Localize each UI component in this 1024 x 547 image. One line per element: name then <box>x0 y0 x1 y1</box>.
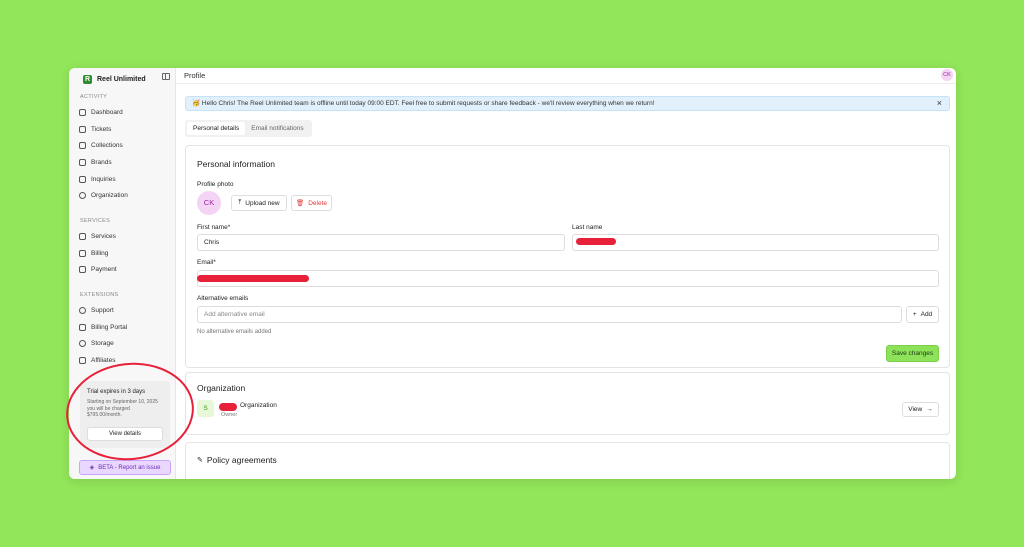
save-changes-button[interactable]: Save changes <box>886 345 939 362</box>
alternative-email-input[interactable]: Add alternative email <box>197 306 902 323</box>
sidebar-item-brands[interactable]: Brands <box>79 156 112 168</box>
section-extensions: EXTENSIONS <box>80 292 119 298</box>
tab-personal-details[interactable]: Personal details <box>187 122 246 135</box>
view-organization-button[interactable]: View → <box>902 402 939 417</box>
profile-avatar: CK <box>197 191 221 215</box>
receipt-icon <box>79 249 86 257</box>
users-icon <box>79 191 86 199</box>
organization-role: Owner <box>221 412 238 418</box>
organization-card: Organization S Organization Owner View → <box>185 372 950 435</box>
sidebar-item-inquiries[interactable]: Inquiries <box>79 173 116 185</box>
profile-photo-label: Profile photo <box>197 181 234 188</box>
upload-new-button[interactable]: ⤒ Upload new <box>231 195 287 211</box>
delete-photo-button[interactable]: 🗑 Delete <box>291 195 332 211</box>
layers-icon: ◈ <box>89 465 95 471</box>
section-activity: ACTIVITY <box>80 94 108 100</box>
section-services: SERVICES <box>80 218 111 224</box>
brand-logo-icon: R <box>83 74 92 84</box>
add-email-button[interactable]: + Add <box>906 306 939 323</box>
personal-information-card: Personal information Profile photo CK ⤒ U… <box>185 145 950 368</box>
user-avatar[interactable]: CK <box>941 69 953 81</box>
sidebar-item-affiliates[interactable]: Affiliates <box>79 354 115 366</box>
help-circle-icon <box>79 306 86 314</box>
brand[interactable]: R Reel Unlimited <box>83 72 146 86</box>
organization-title: Organization <box>197 383 246 393</box>
organization-badge: S <box>197 400 214 417</box>
last-name-input[interactable] <box>572 234 939 251</box>
sidebar-item-tickets[interactable]: Tickets <box>79 123 111 135</box>
upload-icon: ⤒ <box>238 199 242 206</box>
beta-report-button[interactable]: ◈ BETA - Report an issue <box>79 460 171 475</box>
redaction-mark <box>197 275 309 282</box>
card-icon <box>79 323 86 331</box>
policy-agreements-title: ✎ Policy agreements <box>197 455 277 465</box>
first-name-label: First name* <box>197 224 231 231</box>
close-icon[interactable]: × <box>937 97 942 110</box>
email-label: Email* <box>197 259 216 266</box>
redaction-mark <box>576 238 616 245</box>
home-icon <box>79 108 86 116</box>
briefcase-icon <box>79 232 86 240</box>
personal-information-title: Personal information <box>197 159 275 169</box>
first-name-input[interactable]: Chris <box>197 234 565 251</box>
page-title: Profile <box>184 71 206 80</box>
app-window: R Reel Unlimited ACTIVITY Dashboard Tick… <box>69 68 956 479</box>
megaphone-icon <box>79 356 86 364</box>
brand-name: Reel Unlimited <box>97 75 146 83</box>
tag-icon <box>79 158 86 166</box>
sidebar-item-billing[interactable]: Billing <box>79 247 108 259</box>
alternative-emails-label: Alternative emails <box>197 295 249 302</box>
offline-banner: 🥳 Hello Chris! The Reel Unlimited team i… <box>185 96 950 111</box>
sidebar-item-organization[interactable]: Organization <box>79 189 128 201</box>
no-alternative-emails-text: No alternative emails added <box>197 329 272 335</box>
arrow-right-icon: → <box>926 406 933 413</box>
edit-icon: ✎ <box>197 457 203 464</box>
sidebar-item-support[interactable]: Support <box>79 304 114 316</box>
sidebar-item-services[interactable]: Services <box>79 230 116 242</box>
banner-text: 🥳 Hello Chris! The Reel Unlimited team i… <box>192 100 655 107</box>
plus-icon: + <box>912 311 917 318</box>
topbar: Profile CK <box>176 68 956 84</box>
sidebar-toggle-icon[interactable] <box>162 73 170 80</box>
organization-name: Organization <box>240 402 277 409</box>
tab-email-notifications[interactable]: Email notifications <box>245 122 309 135</box>
sidebar-item-collections[interactable]: Collections <box>79 139 123 151</box>
sidebar-item-payment[interactable]: Payment <box>79 263 117 275</box>
wallet-icon <box>79 265 86 273</box>
trash-icon: 🗑 <box>295 200 305 207</box>
inbox-icon <box>79 175 86 183</box>
cloud-icon <box>79 339 86 347</box>
ticket-icon <box>79 125 86 133</box>
collection-icon <box>79 141 86 149</box>
redaction-mark <box>219 403 237 411</box>
sidebar-item-storage[interactable]: Storage <box>79 337 114 349</box>
policy-agreements-card: ✎ Policy agreements <box>185 442 950 479</box>
sidebar-item-dashboard[interactable]: Dashboard <box>79 106 123 118</box>
profile-tabs: Personal details Email notifications <box>185 120 312 137</box>
last-name-label: Last name <box>572 224 603 231</box>
sidebar-item-billing-portal[interactable]: Billing Portal <box>79 321 127 333</box>
